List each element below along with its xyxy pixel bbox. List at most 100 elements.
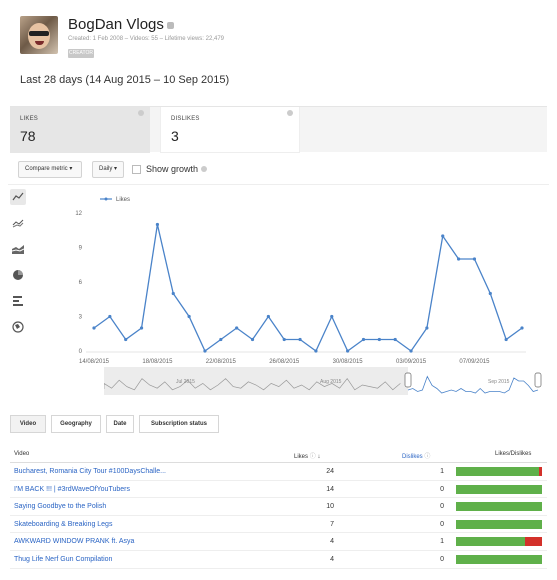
- likes-metric-tile[interactable]: LIKES 78: [10, 107, 150, 153]
- show-growth-checkbox[interactable]: [132, 165, 141, 174]
- bar-chart-icon[interactable]: [10, 293, 26, 309]
- time-navigator[interactable]: Jul 2015 Aug 2015 Sep 2015: [104, 367, 548, 395]
- table-row[interactable]: I'M BACK !!! | #3rdWaveOfYouTubers 14 0: [10, 481, 547, 499]
- legend-marker: [104, 197, 108, 201]
- video-title-link[interactable]: Skateboarding & Breaking Legs: [14, 521, 112, 528]
- info-icon[interactable]: [287, 110, 293, 116]
- table-row[interactable]: Saying Goodbye to the Polish 10 0: [10, 498, 547, 516]
- likes-line-chart[interactable]: 0 3 6 9 12 14/08/2015 18/08/2015 22/08/2015 26/0…: [66, 189, 532, 365]
- channel-meta: Created: 1 Feb 2008 – Videos: 55 – Lifet…: [68, 36, 224, 42]
- likes-dislikes-ratio-bar: [456, 554, 542, 564]
- data-point: [377, 337, 381, 342]
- chart-type-selector: [8, 185, 28, 335]
- navigator-month-label: Jul 2015: [176, 379, 195, 385]
- data-point: [235, 326, 239, 330]
- data-point: [330, 314, 334, 319]
- metric-value: 78: [20, 128, 36, 144]
- video-title-link[interactable]: I'M BACK !!! | #3rdWaveOfYouTubers: [14, 486, 130, 493]
- compare-metric-dropdown[interactable]: Compare metric ▾: [18, 161, 82, 178]
- tab-date[interactable]: Date: [106, 415, 134, 433]
- channel-avatar[interactable]: [20, 16, 58, 54]
- map-chart-icon[interactable]: [10, 319, 26, 335]
- metric-value: 3: [171, 128, 179, 144]
- data-point: [441, 234, 445, 238]
- table-row[interactable]: Thug Life Nerf Gun Compilation 4 0: [10, 551, 547, 569]
- info-icon: ⓘ: [424, 454, 431, 460]
- y-tick-label: 6: [79, 280, 83, 286]
- data-point: [425, 326, 429, 330]
- avatar-face: [28, 23, 50, 49]
- video-title-link[interactable]: Thug Life Nerf Gun Compilation: [14, 556, 112, 563]
- chevron-down-icon: ▾: [114, 166, 118, 172]
- data-point: [187, 314, 191, 319]
- data-point: [298, 337, 302, 342]
- dislikes-cell: 1: [440, 538, 444, 546]
- data-point: [171, 291, 175, 296]
- info-icon: ⓘ: [309, 454, 316, 460]
- column-header-dislikes[interactable]: Dislikes ⓘ: [402, 451, 430, 460]
- data-point: [520, 326, 524, 330]
- x-tick-label: 30/08/2015: [333, 359, 364, 365]
- data-point: [108, 314, 112, 319]
- channel-badge: CREATOR: [68, 49, 94, 58]
- dislike-portion: [525, 537, 542, 547]
- data-point: [124, 337, 128, 342]
- interval-dropdown[interactable]: Daily ▾: [92, 161, 124, 178]
- data-point: [155, 222, 160, 227]
- data-point: [456, 257, 461, 261]
- stacked-area-chart-icon[interactable]: [10, 241, 26, 257]
- x-tick-label: 22/08/2015: [206, 359, 237, 365]
- info-icon: [166, 21, 174, 29]
- dislikes-cell: 0: [440, 520, 444, 528]
- likes-cell: 24: [326, 468, 334, 475]
- x-tick-label: 03/09/2015: [396, 359, 427, 365]
- channel-title[interactable]: BogDan Vlogs: [68, 16, 174, 33]
- video-title-link[interactable]: Bucharest, Romania City Tour #100DaysCha…: [14, 468, 166, 475]
- likes-dislikes-ratio-bar: [456, 484, 542, 494]
- dislikes-cell: 1: [440, 468, 444, 475]
- column-header-likes[interactable]: Likes ⓘ ↓: [294, 451, 320, 460]
- data-point: [250, 337, 255, 342]
- y-tick-label: 12: [75, 211, 82, 217]
- show-growth-label: Show growth: [146, 164, 208, 174]
- dislikes-metric-tile[interactable]: DISLIKES 3: [160, 107, 300, 153]
- likes-cell: 4: [330, 555, 334, 563]
- data-point: [266, 314, 270, 319]
- metric-label: LIKES: [20, 116, 39, 122]
- data-point: [361, 337, 366, 342]
- sort-down-icon: ↓: [317, 454, 321, 460]
- navigator-right-handle[interactable]: [534, 372, 542, 388]
- line-chart-icon[interactable]: [10, 189, 26, 205]
- tab-video[interactable]: Video: [10, 415, 46, 433]
- x-tick-label: 07/09/2015: [459, 359, 490, 365]
- date-range[interactable]: Last 28 days (14 Aug 2015 – 10 Sep 2015): [20, 74, 229, 86]
- info-icon[interactable]: [138, 110, 144, 116]
- table-header: Video Likes ⓘ ↓ Dislikes ⓘ Likes/Dislike…: [10, 445, 547, 463]
- info-icon[interactable]: [201, 166, 208, 172]
- video-title-link[interactable]: Saying Goodbye to the Polish: [14, 503, 106, 510]
- tab-geography[interactable]: Geography: [51, 415, 101, 433]
- navigator-selected-series: [407, 375, 539, 394]
- data-point: [92, 326, 96, 330]
- data-point: [346, 349, 350, 353]
- channel-header: BogDan Vlogs Created: 1 Feb 2008 – Video…: [14, 10, 544, 70]
- tab-subscription-status[interactable]: Subscription status: [139, 415, 219, 433]
- metric-label: DISLIKES: [171, 116, 200, 122]
- likes-header-text: Likes: [294, 454, 309, 460]
- pie-chart-icon[interactable]: [10, 267, 26, 283]
- video-title-link[interactable]: AWKWARD WINDOW PRANK ft. Asya: [14, 538, 134, 545]
- multi-line-chart-icon[interactable]: [10, 215, 26, 231]
- x-tick-label: 26/08/2015: [269, 359, 300, 365]
- metric-tiles: LIKES 78 DISLIKES 3: [10, 106, 547, 153]
- likes-series-line: [93, 224, 523, 352]
- table-row[interactable]: Bucharest, Romania City Tour #100DaysCha…: [10, 463, 547, 481]
- table-row[interactable]: Skateboarding & Breaking Legs 7 0: [10, 516, 547, 534]
- data-point: [409, 349, 413, 353]
- likes-dislikes-ratio-bar: [456, 467, 542, 476]
- table-row[interactable]: AWKWARD WINDOW PRANK ft. Asya 4 1: [10, 533, 547, 551]
- data-point: [472, 257, 477, 261]
- dislikes-cell: 0: [440, 503, 444, 511]
- likes-dislikes-ratio-bar: [456, 502, 542, 512]
- navigator-left-handle[interactable]: [404, 372, 412, 388]
- dropdown-label: Compare metric: [25, 166, 68, 172]
